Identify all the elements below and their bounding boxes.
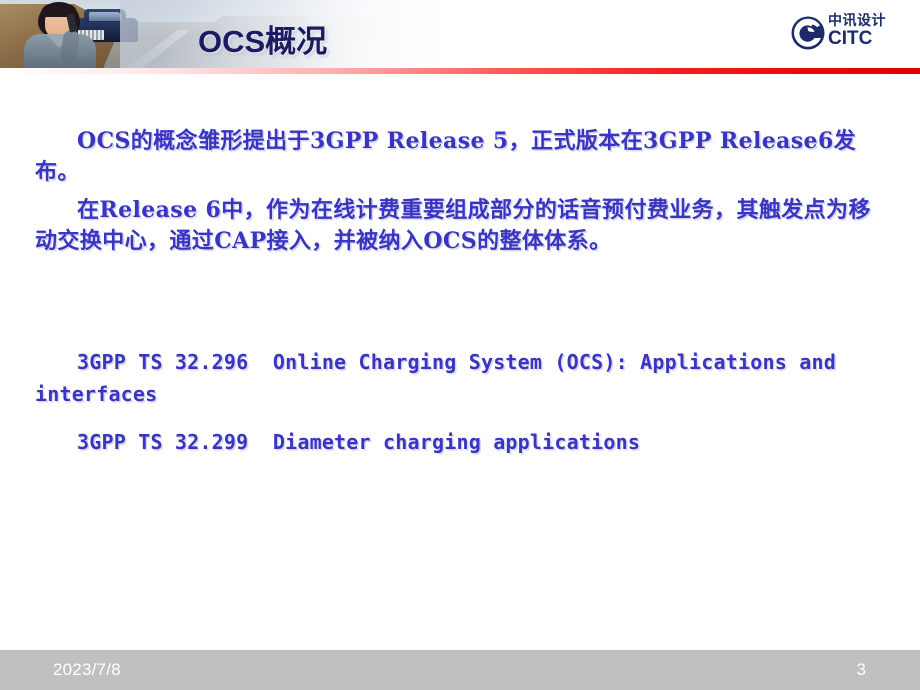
body-paragraph-2: 在Release 6中，作为在线计费重要组成部分的话音预付费业务，其触发点为移动… <box>35 197 871 254</box>
reference-item-32296: 3GPP TS 32.296 Online Charging System (O… <box>35 350 849 406</box>
logo-wordmark: 中讯设计 CITC <box>828 13 902 49</box>
slide-footer: 2023/7/8 3 <box>0 650 920 690</box>
slide-content: OCS的概念雏形提出于3GPP Release 5，正式版本在3GPP Rele… <box>0 74 920 650</box>
company-logo: 中讯设计 CITC <box>790 12 902 54</box>
body-paragraph-1: OCS的概念雏形提出于3GPP Release 5，正式版本在3GPP Rele… <box>35 128 857 185</box>
footer-date: 2023/7/8 <box>53 660 121 679</box>
citc-swirl-icon <box>790 15 826 51</box>
reference-item-32299: 3GPP TS 32.299 Diameter charging applica… <box>77 430 641 454</box>
slide: OCS概况 中讯设计 CITC OCS的概念雏形提出于3GPP Release … <box>0 0 920 690</box>
footer-page-number: 3 <box>856 660 866 679</box>
page-title: OCS概况 <box>198 24 328 59</box>
logo-english-name: CITC <box>828 28 873 49</box>
slide-header: OCS概况 中讯设计 CITC <box>0 0 920 68</box>
